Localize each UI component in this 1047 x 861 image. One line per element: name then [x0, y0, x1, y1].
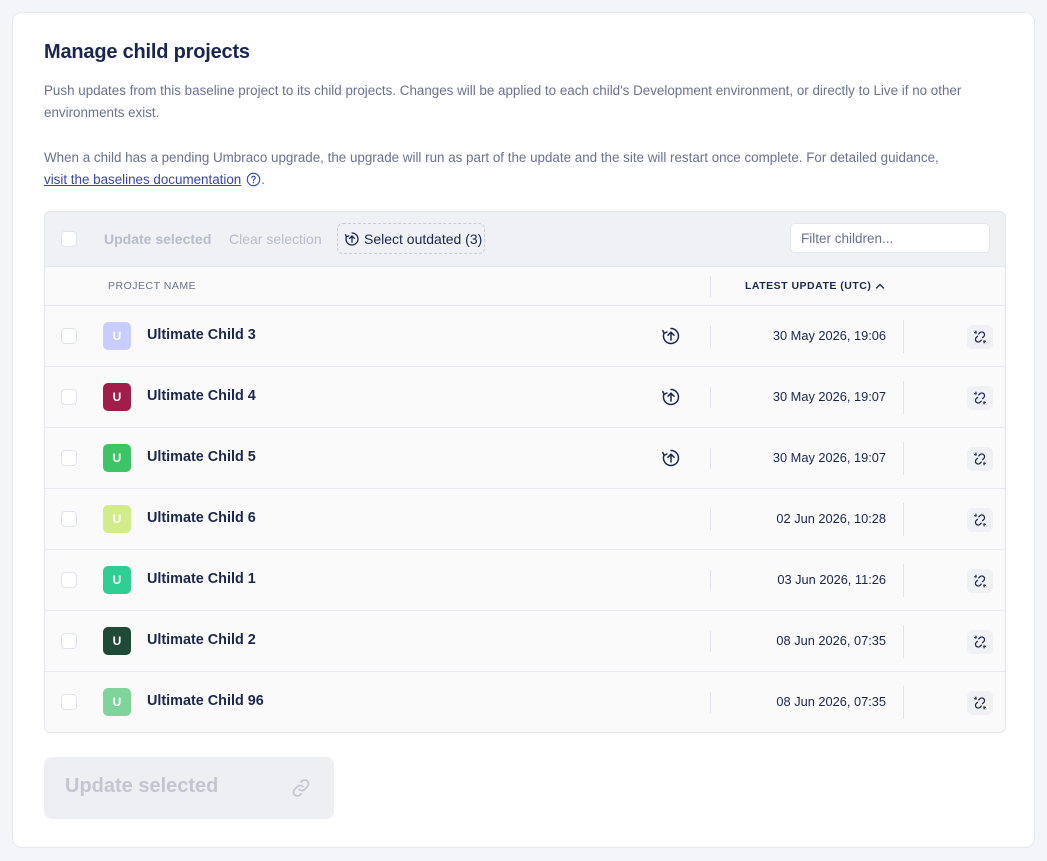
project-avatar-initial: U [112, 329, 122, 343]
project-name: Ultimate Child 2 [147, 632, 256, 648]
row-select-checkbox[interactable] [61, 572, 77, 588]
row-select-checkbox[interactable] [61, 694, 77, 710]
column-header-latest-update[interactable]: Latest update (UTC) [745, 280, 885, 292]
link-icon [292, 779, 310, 797]
project-avatar: U [103, 627, 131, 655]
column-header-latest-update-label: Latest update (UTC) [745, 280, 872, 292]
project-avatar: U [103, 688, 131, 716]
description-push-updates: Push updates from this baseline project … [44, 83, 962, 120]
page-title: Manage child projects [44, 41, 250, 63]
project-avatar-initial: U [112, 634, 122, 648]
row-divider-date [903, 320, 904, 353]
row-divider-date [903, 381, 904, 414]
header-divider [710, 276, 711, 297]
table-row[interactable]: U Ultimate Child 6 02 Jun 2026, 10:28 [45, 489, 1005, 550]
latest-update-date: 30 May 2026, 19:07 [772, 389, 886, 404]
table-row[interactable]: U Ultimate Child 4 30 May 2026, 19:07 [45, 367, 1005, 428]
row-divider-date [903, 503, 904, 536]
latest-update-date: 30 May 2026, 19:06 [772, 328, 886, 343]
update-selected-label: Update selected [65, 775, 219, 797]
project-name: Ultimate Child 4 [147, 388, 256, 404]
unlink-button[interactable] [967, 447, 993, 471]
row-divider-name [710, 387, 711, 408]
unlink-button[interactable] [967, 386, 993, 410]
row-select-checkbox[interactable] [61, 511, 77, 527]
row-divider-date [903, 686, 904, 719]
unlink-button[interactable] [967, 569, 993, 593]
row-divider-date [903, 564, 904, 597]
project-avatar-initial: U [112, 512, 122, 526]
upgrade-arrow-circle-icon[interactable] [661, 448, 681, 468]
project-name: Ultimate Child 6 [147, 510, 256, 526]
project-name: Ultimate Child 1 [147, 571, 256, 587]
row-divider-name [710, 448, 711, 469]
unlink-button[interactable] [967, 691, 993, 715]
select-all-checkbox[interactable] [61, 231, 77, 247]
project-avatar-initial: U [112, 390, 122, 404]
latest-update-date: 08 Jun 2026, 07:35 [776, 633, 886, 648]
baselines-docs-link[interactable]: visit the baselines documentation [44, 172, 241, 187]
table-row[interactable]: U Ultimate Child 5 30 May 2026, 19:07 [45, 428, 1005, 489]
upgrade-arrow-circle-icon[interactable] [661, 326, 681, 346]
project-avatar: U [103, 383, 131, 411]
unlink-icon [971, 633, 989, 651]
project-avatar-initial: U [112, 695, 122, 709]
project-avatar: U [103, 505, 131, 533]
project-avatar: U [103, 322, 131, 350]
upgrade-arrow-circle-icon [344, 231, 359, 246]
unlink-icon [971, 694, 989, 712]
description-upgrade: When a child has a pending Umbraco upgra… [44, 147, 1004, 190]
table-row[interactable]: U Ultimate Child 1 03 Jun 2026, 11:26 [45, 550, 1005, 611]
latest-update-date: 08 Jun 2026, 07:35 [776, 694, 886, 709]
project-avatar-initial: U [112, 573, 122, 587]
row-select-checkbox[interactable] [61, 450, 77, 466]
latest-update-date: 30 May 2026, 19:07 [772, 450, 886, 465]
row-divider-date [903, 625, 904, 658]
project-avatar: U [103, 566, 131, 594]
unlink-button[interactable] [967, 630, 993, 654]
upgrade-arrow-circle-icon[interactable] [661, 387, 681, 407]
project-name: Ultimate Child 96 [147, 693, 264, 709]
clear-selection-button[interactable]: Clear selection [229, 231, 322, 247]
manage-child-projects-card: Manage child projects Push updates from … [12, 12, 1035, 848]
project-name: Ultimate Child 5 [147, 449, 256, 465]
question-circle-icon[interactable] [246, 172, 261, 187]
row-divider-date [903, 442, 904, 475]
unlink-icon [971, 328, 989, 346]
row-select-checkbox[interactable] [61, 328, 77, 344]
table-toolbar: Update selected Clear selection Select o… [45, 212, 1005, 267]
unlink-icon [971, 389, 989, 407]
project-avatar: U [103, 444, 131, 472]
project-avatar-initial: U [112, 451, 122, 465]
row-select-checkbox[interactable] [61, 633, 77, 649]
row-divider-name [710, 509, 711, 530]
child-projects-table: Update selected Clear selection Select o… [44, 211, 1006, 733]
column-header-project-name: Project name [108, 280, 197, 292]
latest-update-date: 03 Jun 2026, 11:26 [777, 572, 886, 587]
unlink-icon [971, 511, 989, 529]
description-upgrade-text: When a child has a pending Umbraco upgra… [44, 150, 939, 165]
row-divider-name [710, 631, 711, 652]
project-name: Ultimate Child 3 [147, 327, 256, 343]
description-suffix: . [261, 171, 265, 187]
table-row[interactable]: U Ultimate Child 3 30 May 2026, 19:06 [45, 306, 1005, 367]
toolbar-update-selected-button[interactable]: Update selected [104, 231, 211, 247]
row-divider-name [710, 326, 711, 347]
unlink-button[interactable] [967, 508, 993, 532]
unlink-icon [971, 450, 989, 468]
latest-update-date: 02 Jun 2026, 10:28 [776, 511, 886, 526]
filter-children-input[interactable] [790, 223, 990, 253]
table-header: Project name Latest update (UTC) [45, 267, 1005, 306]
table-row[interactable]: U Ultimate Child 2 08 Jun 2026, 07:35 [45, 611, 1005, 672]
row-select-checkbox[interactable] [61, 389, 77, 405]
chevron-up-icon [876, 283, 885, 289]
unlink-icon [971, 572, 989, 590]
update-selected-button[interactable]: Update selected [44, 757, 334, 819]
unlink-button[interactable] [967, 325, 993, 349]
row-divider-name [710, 692, 711, 713]
select-outdated-button[interactable]: Select outdated (3) [337, 223, 485, 254]
row-divider-name [710, 570, 711, 591]
table-row[interactable]: U Ultimate Child 96 08 Jun 2026, 07:35 [45, 672, 1005, 732]
select-outdated-label: Select outdated (3) [364, 230, 483, 247]
